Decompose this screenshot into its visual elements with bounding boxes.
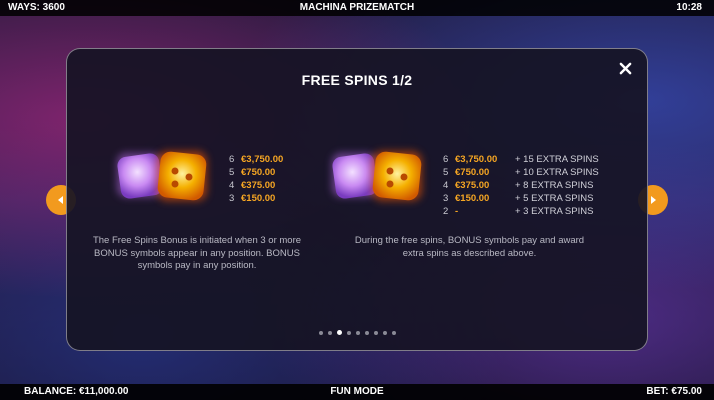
clock: 10:28	[676, 2, 702, 13]
table-row: 6 €3,750.00 + 15 EXTRA SPINS	[443, 154, 599, 165]
table-row: 3 €150.00 + 5 EXTRA SPINS	[443, 193, 594, 204]
bottom-bar: BALANCE: €11,000.00 FUN MODE BET: €75.00	[0, 384, 714, 400]
paytable-panel: FREE SPINS 1/2 6 €3,750.00 5 €750.00 4 €…	[66, 48, 648, 351]
close-icon	[619, 62, 631, 75]
bonus-symbols-image	[322, 141, 442, 211]
pagination-dot[interactable]	[364, 330, 369, 335]
page-title: FREE SPINS 1/2	[301, 72, 413, 88]
table-row: 2- + 3 EXTRA SPINS	[443, 206, 594, 217]
paytable-left: 6 €3,750.00 5 €750.00 4 €375.00 3 €150.00	[229, 153, 301, 205]
pagination	[67, 324, 647, 342]
chevron-left-icon	[58, 196, 63, 204]
close-button[interactable]	[615, 59, 635, 79]
table-row: 4 €375.00	[229, 180, 276, 191]
table-row: 4 €375.00 + 8 EXTRA SPINS	[443, 180, 594, 191]
pagination-dot[interactable]	[346, 330, 351, 335]
pagination-dot[interactable]	[382, 330, 387, 335]
mode-label: FUN MODE	[330, 386, 384, 397]
paytable-right: 6 €3,750.00 + 15 EXTRA SPINS 5 €750.00 + 10 …	[443, 153, 599, 218]
chevron-right-icon	[651, 196, 656, 204]
pagination-dot[interactable]	[355, 330, 360, 335]
extra-spins-description: During the free spins, BONUS symbols pay…	[354, 235, 585, 259]
top-bar: WAYS: 3600 MACHINA PRIZEMATCH 10:28	[0, 0, 714, 16]
game-title: MACHINA PRIZEMATCH	[299, 2, 415, 13]
bonus-symbols-image	[107, 141, 227, 211]
pagination-dot[interactable]	[391, 330, 396, 335]
table-row: 6 €3,750.00	[229, 154, 284, 165]
free-spins-description: The Free Spins Bonus is initiated when 3…	[92, 235, 302, 271]
bet-label: BET: €75.00	[646, 386, 702, 397]
table-row: 5 €750.00 + 10 EXTRA SPINS	[443, 167, 599, 178]
pagination-dot[interactable]	[318, 330, 323, 335]
table-row: 5 €750.00	[229, 167, 276, 178]
table-row: 3 €150.00	[229, 193, 276, 204]
pagination-dot[interactable]	[327, 330, 332, 335]
pagination-dot[interactable]	[373, 330, 378, 335]
pagination-dot[interactable]	[336, 330, 342, 336]
